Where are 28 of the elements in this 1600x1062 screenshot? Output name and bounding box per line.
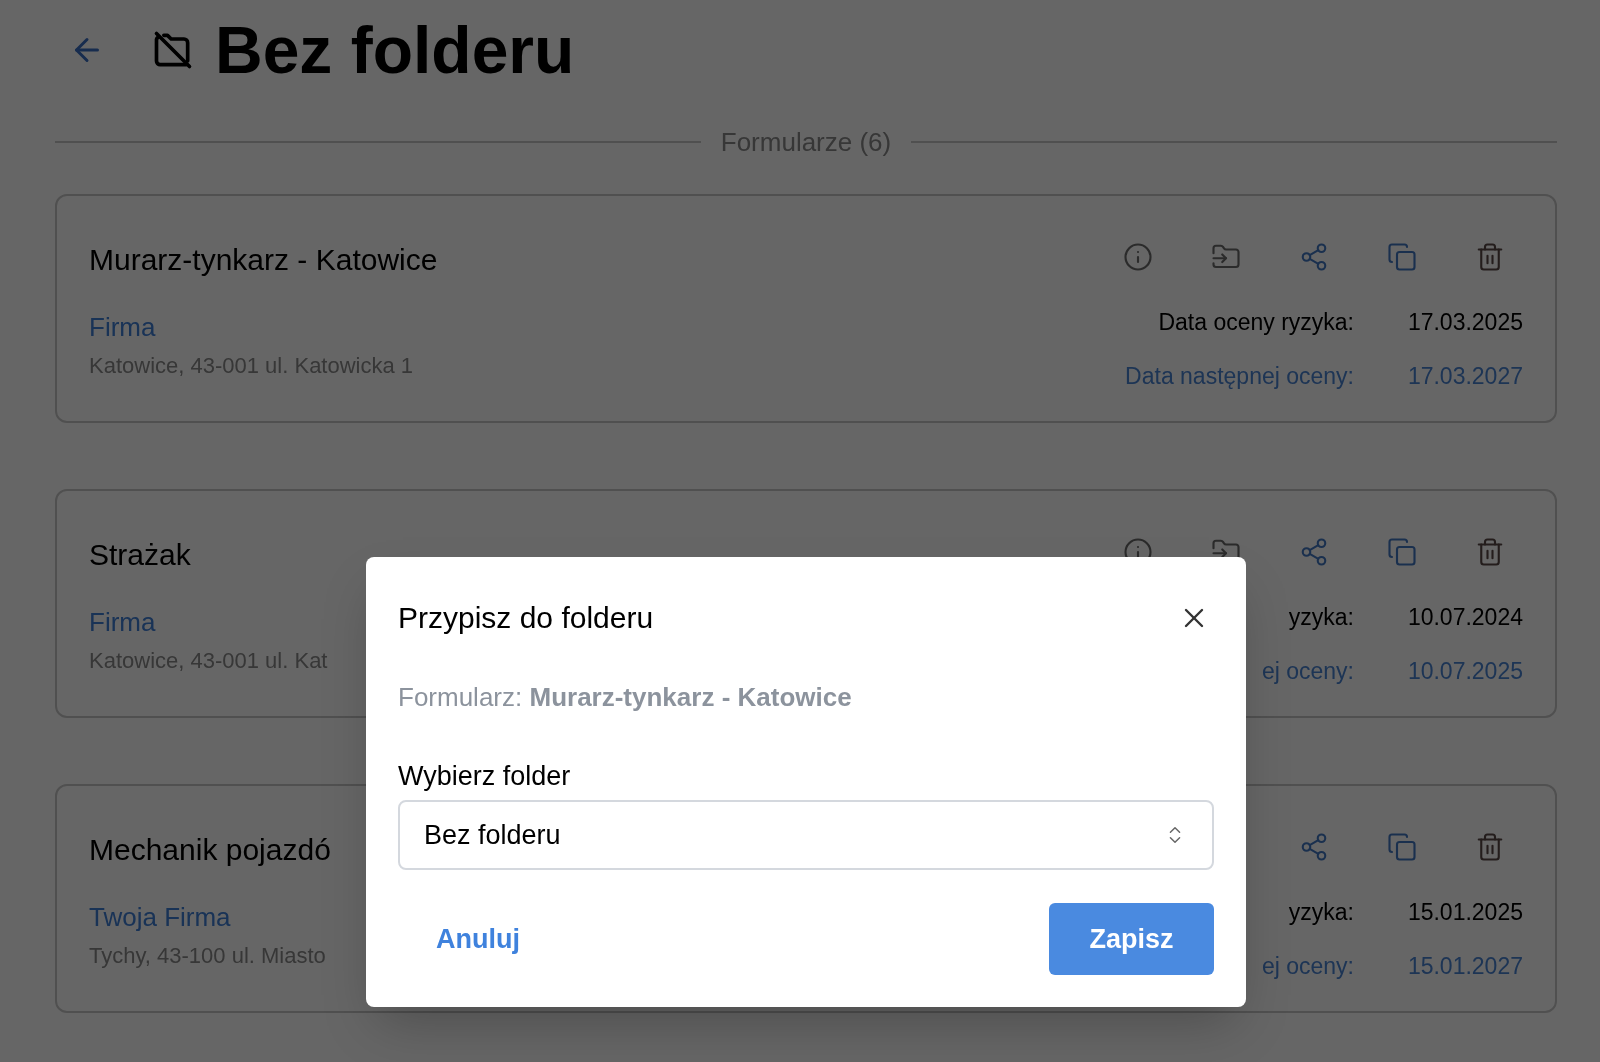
date-value: 17.03.2027 (1406, 362, 1523, 391)
date-label: ej oceny: (1261, 952, 1354, 981)
page-title: Bez folderu (215, 12, 575, 89)
form-name-text: Formularz: Murarz-tynkarz - Katowice (398, 681, 853, 714)
save-button[interactable]: Zapisz (1049, 903, 1214, 975)
dialog-title: Przypisz do folderu (398, 600, 654, 636)
date-value: 17.03.2025 (1406, 308, 1523, 337)
cancel-button[interactable]: Anuluj (398, 903, 558, 975)
copy-icon[interactable] (1385, 240, 1419, 274)
select-label: Wybierz folder (398, 760, 572, 793)
card-title: Strażak (89, 537, 192, 573)
copy-icon[interactable] (1385, 830, 1419, 864)
date-label: ej oceny: (1261, 657, 1354, 686)
date-label: yzyka: (1288, 898, 1354, 927)
company-link[interactable]: Firma (89, 310, 438, 344)
card-title: Mechanik pojazdó (89, 832, 331, 868)
date-label: Data następnej oceny: (1125, 362, 1354, 391)
date-value: 10.07.2024 (1406, 603, 1523, 632)
date-value: 15.01.2025 (1406, 898, 1523, 927)
date-label: yzyka: (1288, 603, 1354, 632)
date-value: 15.01.2027 (1406, 952, 1523, 981)
date-value: 10.07.2025 (1406, 657, 1523, 686)
company-link[interactable]: Firma (89, 605, 328, 639)
copy-icon[interactable] (1385, 535, 1419, 569)
folder-select[interactable]: Bez folderu (398, 800, 1214, 870)
date-label: Data oceny ryzyka: (1158, 308, 1354, 337)
company-link[interactable]: Twoja Firma (89, 900, 331, 934)
card-title: Murarz-tynkarz - Katowice (89, 242, 438, 278)
